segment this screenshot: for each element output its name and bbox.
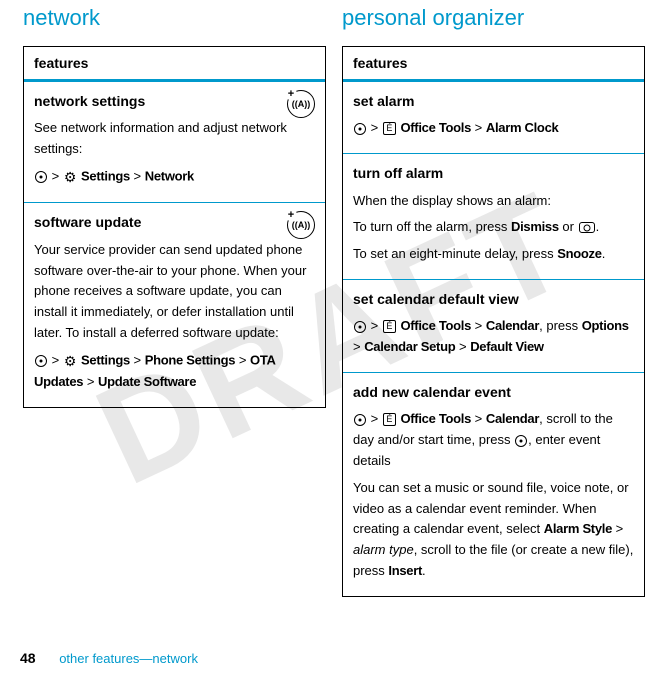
gt: > <box>87 374 95 389</box>
row-body: Your service provider can send updated p… <box>34 240 315 344</box>
gt: > <box>459 339 467 354</box>
line1: When the display shows an alarm: <box>353 191 634 212</box>
line3: To set an eight-minute delay, press Snoo… <box>353 244 634 265</box>
settings-icon: ⚙ <box>64 166 77 188</box>
center-key-icon <box>35 171 47 183</box>
snooze-label: Snooze <box>557 246 601 261</box>
row-title: add new calendar event <box>353 381 634 403</box>
center-key-icon <box>354 123 366 135</box>
left-column: network features ((A)) network settings … <box>15 0 334 607</box>
text: or <box>559 219 578 234</box>
row-title: set alarm <box>353 90 634 112</box>
text: To set an eight-minute delay, press <box>353 246 557 261</box>
setup-label: Calendar Setup <box>364 339 455 354</box>
alarm-type-label: alarm type <box>353 542 414 557</box>
center-key-icon <box>354 414 366 426</box>
page-content: network features ((A)) network settings … <box>0 0 668 607</box>
text: To turn off the alarm, press <box>353 219 511 234</box>
office-tools-icon: É <box>383 320 396 333</box>
gt: > <box>353 339 361 354</box>
organizer-title: personal organizer <box>342 5 645 31</box>
network-title: network <box>23 5 326 31</box>
nav-path: > ⚙ Settings > Phone Settings > OTA Upda… <box>34 350 315 393</box>
row-title: turn off alarm <box>353 162 634 184</box>
options-label: Options <box>582 318 629 333</box>
dismiss-label: Dismiss <box>511 219 559 234</box>
text: . <box>602 246 606 261</box>
gt: > <box>371 318 379 333</box>
gt: > <box>371 120 379 135</box>
features-header: features <box>24 47 325 82</box>
gt: > <box>371 411 379 426</box>
page-number: 48 <box>20 650 36 666</box>
text: . <box>596 219 600 234</box>
phone-settings-label: Phone Settings <box>145 352 235 367</box>
body2: You can set a music or sound file, voice… <box>353 478 634 582</box>
set-alarm-row: set alarm > É Office Tools > Alarm Clock <box>343 82 644 154</box>
view-label: Default View <box>470 339 543 354</box>
gt: > <box>52 169 60 184</box>
update-label: Update Software <box>98 374 196 389</box>
row-title: software update <box>34 211 315 233</box>
network-settings-row: ((A)) network settings See network infor… <box>24 82 325 203</box>
office-tools-icon: É <box>383 122 396 135</box>
row-title: network settings <box>34 90 315 112</box>
gt: > <box>134 352 142 367</box>
calendar-view-row: set calendar default view > É Office Too… <box>343 280 644 373</box>
footer-text: other features—network <box>59 651 198 666</box>
settings-label: Settings <box>81 352 130 367</box>
settings-icon: ⚙ <box>64 350 77 372</box>
end-key-icon <box>579 222 595 233</box>
organizer-feature-box: features set alarm > É Office Tools > Al… <box>342 46 645 597</box>
calendar-label: Calendar <box>486 411 539 426</box>
nav-path: > ⚙ Settings > Network <box>34 166 315 188</box>
gt: > <box>475 318 483 333</box>
row-title: set calendar default view <box>353 288 634 310</box>
line2: To turn off the alarm, press Dismiss or … <box>353 217 634 238</box>
row-body: See network information and adjust netwo… <box>34 118 315 160</box>
network-label: Network <box>145 169 194 184</box>
tools-label: Office Tools <box>400 318 471 333</box>
network-badge-icon: ((A)) <box>287 211 315 239</box>
calendar-label: Calendar <box>486 318 539 333</box>
right-column: personal organizer features set alarm > … <box>334 0 653 607</box>
insert-label: Insert <box>388 563 422 578</box>
center-key-icon <box>35 355 47 367</box>
center-key-icon <box>354 321 366 333</box>
software-update-row: ((A)) software update Your service provi… <box>24 203 325 407</box>
gt: > <box>612 521 623 536</box>
gt: > <box>475 411 483 426</box>
network-feature-box: features ((A)) network settings See netw… <box>23 46 326 408</box>
gt: > <box>134 169 142 184</box>
alarm-style-label: Alarm Style <box>544 521 612 536</box>
text: , press <box>539 318 582 333</box>
nav-path: > É Office Tools > Calendar, press Optio… <box>353 316 634 358</box>
alarm-label: Alarm Clock <box>486 120 559 135</box>
add-event-row: add new calendar event > É Office Tools … <box>343 373 644 596</box>
text: . <box>422 563 426 578</box>
center-key-icon <box>515 435 527 447</box>
features-header: features <box>343 47 644 82</box>
office-tools-icon: É <box>383 413 396 426</box>
network-badge-icon: ((A)) <box>287 90 315 118</box>
page-footer: 48 other features—network <box>20 650 198 666</box>
settings-label: Settings <box>81 169 130 184</box>
gt: > <box>475 120 483 135</box>
tools-label: Office Tools <box>400 411 471 426</box>
gt: > <box>52 352 60 367</box>
nav-path: > É Office Tools > Calendar, scroll to t… <box>353 409 634 471</box>
gt: > <box>239 352 247 367</box>
tools-label: Office Tools <box>400 120 471 135</box>
nav-path: > É Office Tools > Alarm Clock <box>353 118 634 139</box>
turn-off-alarm-row: turn off alarm When the display shows an… <box>343 154 644 280</box>
